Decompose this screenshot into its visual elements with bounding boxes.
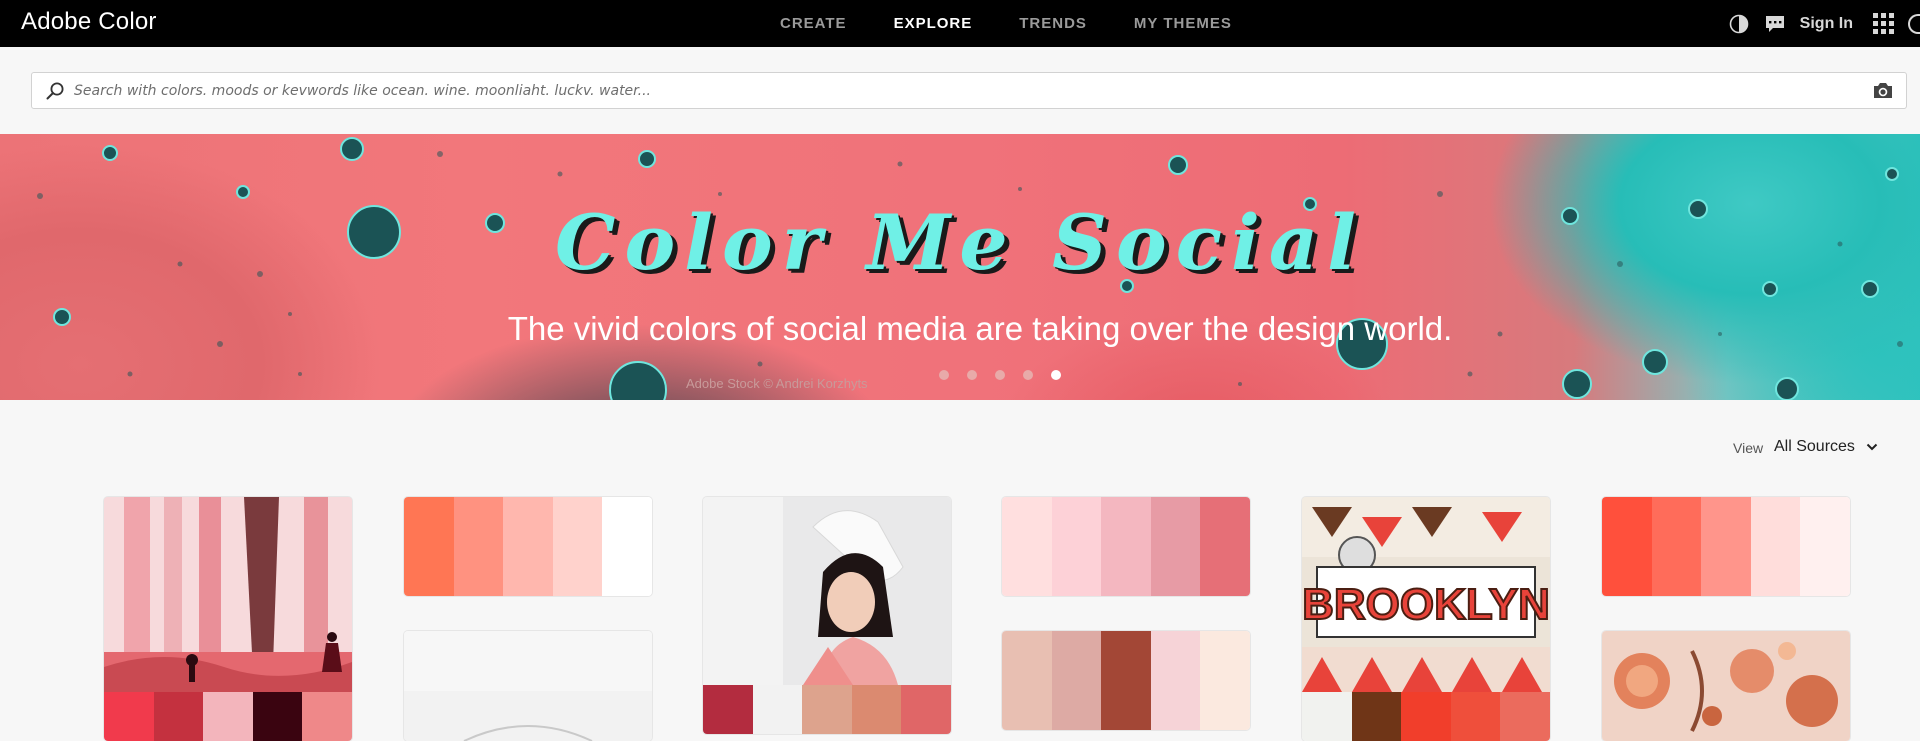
theme-card-forest[interactable] bbox=[104, 497, 352, 741]
color-swatch[interactable] bbox=[453, 497, 504, 596]
feedback-icon[interactable] bbox=[1764, 13, 1786, 35]
color-swatch[interactable] bbox=[1602, 497, 1652, 596]
hero-title: Color Me Social bbox=[554, 198, 1366, 287]
color-swatch[interactable] bbox=[203, 692, 253, 741]
theme-card-brooklyn[interactable]: BROOKLYN bbox=[1302, 497, 1550, 741]
theme-swatches bbox=[1002, 497, 1250, 596]
svg-text:BROOKLYN: BROOKLYN bbox=[1302, 580, 1550, 629]
color-swatch[interactable] bbox=[1351, 692, 1402, 741]
color-swatch[interactable] bbox=[552, 497, 603, 596]
color-swatch[interactable] bbox=[1651, 497, 1702, 596]
color-swatch[interactable] bbox=[802, 685, 852, 734]
color-swatch[interactable] bbox=[901, 685, 951, 734]
color-swatch[interactable] bbox=[851, 685, 902, 734]
search-bar bbox=[31, 72, 1907, 109]
top-bar: Adobe Color CREATE EXPLORE TRENDS MY THE… bbox=[0, 0, 1920, 47]
color-swatch[interactable] bbox=[602, 497, 652, 596]
color-swatch[interactable] bbox=[1450, 692, 1501, 741]
carousel-dot[interactable] bbox=[939, 370, 949, 380]
theme-swatches bbox=[404, 497, 652, 596]
color-swatch[interactable] bbox=[1401, 692, 1451, 741]
color-swatch[interactable] bbox=[1701, 497, 1751, 596]
chevron-down-icon bbox=[1866, 443, 1878, 451]
camera-icon[interactable] bbox=[1872, 81, 1894, 101]
hero-subtitle: The vivid colors of social media are tak… bbox=[507, 310, 1453, 347]
theme-card-vase[interactable] bbox=[404, 631, 652, 741]
color-swatch[interactable] bbox=[1150, 497, 1201, 596]
carousel-dots bbox=[939, 370, 1079, 380]
carousel-dot[interactable] bbox=[967, 370, 977, 380]
app-logo[interactable]: Adobe Color bbox=[21, 8, 157, 36]
apps-grid-icon[interactable] bbox=[1873, 13, 1894, 34]
color-swatch[interactable] bbox=[1002, 631, 1052, 730]
white-vase-image bbox=[404, 631, 652, 741]
theme-swatches bbox=[1002, 631, 1250, 730]
color-swatch[interactable] bbox=[1500, 692, 1550, 741]
nav-explore[interactable]: EXPLORE bbox=[894, 15, 973, 32]
color-swatch[interactable] bbox=[404, 497, 454, 596]
color-swatch[interactable] bbox=[252, 692, 303, 741]
theme-swatches bbox=[703, 685, 951, 734]
theme-card-red[interactable] bbox=[1602, 497, 1850, 596]
color-swatch[interactable] bbox=[752, 685, 803, 734]
color-swatch[interactable] bbox=[1200, 497, 1250, 596]
theme-card-rust[interactable] bbox=[1002, 631, 1250, 730]
theme-toggle-icon[interactable] bbox=[1728, 13, 1750, 35]
color-swatch[interactable] bbox=[1302, 692, 1352, 741]
color-swatch[interactable] bbox=[302, 692, 352, 741]
theme-card-autumn[interactable] bbox=[1602, 631, 1850, 741]
main-nav: CREATE EXPLORE TRENDS MY THEMES bbox=[780, 0, 1279, 47]
color-swatch[interactable] bbox=[703, 685, 753, 734]
color-swatch[interactable] bbox=[1800, 497, 1850, 596]
carousel-dot[interactable] bbox=[995, 370, 1005, 380]
hero-banner[interactable]: Color Me Social The vivid colors of soci… bbox=[0, 134, 1920, 400]
search-icon bbox=[46, 82, 64, 100]
theme-card-pink[interactable] bbox=[1002, 497, 1250, 596]
nav-my-themes[interactable]: MY THEMES bbox=[1134, 15, 1232, 32]
color-swatch[interactable] bbox=[153, 692, 204, 741]
view-label: View bbox=[1733, 440, 1764, 456]
hero-credit: Adobe Stock © Andrei Korzhyts bbox=[686, 376, 868, 391]
color-swatch[interactable] bbox=[1101, 631, 1151, 730]
view-source-value: All Sources bbox=[1774, 438, 1855, 455]
sign-in-link[interactable]: Sign In bbox=[1800, 15, 1853, 33]
forest-illustration-image bbox=[104, 497, 352, 692]
profile-edge-icon bbox=[1908, 13, 1920, 34]
color-swatch[interactable] bbox=[1750, 497, 1801, 596]
view-source-dropdown[interactable]: All Sources bbox=[1774, 438, 1878, 456]
carousel-dot-active[interactable] bbox=[1051, 370, 1061, 380]
color-swatch[interactable] bbox=[503, 497, 553, 596]
color-swatch[interactable] bbox=[1002, 497, 1052, 596]
color-swatch[interactable] bbox=[1200, 631, 1250, 730]
nav-create[interactable]: CREATE bbox=[780, 15, 847, 32]
color-swatch[interactable] bbox=[104, 692, 154, 741]
theme-swatches bbox=[1302, 692, 1550, 741]
search-input[interactable] bbox=[74, 77, 1854, 105]
theme-swatches bbox=[104, 692, 352, 741]
woman-portrait-image bbox=[703, 497, 951, 685]
brooklyn-sign-image: BROOKLYN bbox=[1302, 497, 1550, 692]
color-swatch[interactable] bbox=[1150, 631, 1201, 730]
color-swatch[interactable] bbox=[1051, 631, 1102, 730]
theme-card-coral[interactable] bbox=[404, 497, 652, 596]
autumn-illustration-image bbox=[1602, 631, 1850, 741]
color-swatch[interactable] bbox=[1051, 497, 1102, 596]
nav-trends[interactable]: TRENDS bbox=[1019, 15, 1087, 32]
header-actions: Sign In bbox=[1728, 0, 1920, 47]
theme-swatches bbox=[1602, 497, 1850, 596]
carousel-dot[interactable] bbox=[1023, 370, 1033, 380]
theme-card-portrait[interactable] bbox=[703, 497, 951, 734]
color-swatch[interactable] bbox=[1101, 497, 1151, 596]
